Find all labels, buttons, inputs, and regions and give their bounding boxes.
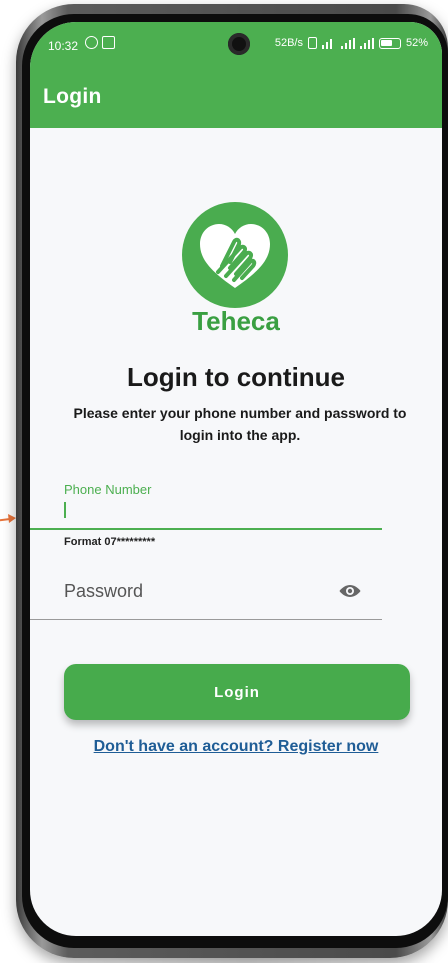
- app-bar: Login: [30, 70, 442, 128]
- wifi-icon: [321, 38, 336, 49]
- battery-icon: [378, 37, 401, 49]
- battery-level: 52%: [405, 37, 428, 49]
- page-subtext: Please enter your phone number and passw…: [73, 405, 407, 443]
- pointer-arrow-icon: [0, 514, 16, 523]
- status-icons-right: 52B/s 52%: [275, 37, 428, 49]
- status-bar: 10:32 52B/s 52%: [30, 22, 442, 70]
- register-link[interactable]: Don't have an account? Register now: [30, 738, 442, 756]
- whatsapp-icon: [85, 36, 98, 49]
- status-time: 10:32: [48, 39, 79, 53]
- page-heading: Login to continue: [126, 362, 346, 392]
- password-input[interactable]: [64, 578, 344, 604]
- vibrate-icon: [307, 37, 317, 49]
- phone-format-hint: Format 07*********: [64, 536, 156, 548]
- notification-icons: [85, 36, 115, 49]
- brand-name: Teheca: [192, 306, 280, 336]
- app-bar-title: Login: [43, 85, 102, 108]
- eye-icon[interactable]: [338, 579, 362, 603]
- image-icon: [102, 36, 115, 49]
- network-speed: 52B/s: [274, 37, 303, 49]
- password-field[interactable]: [30, 566, 382, 620]
- heart-hand-icon: [200, 224, 270, 288]
- phone-screen: 10:32 52B/s 52% Login Teheca Login to co…: [30, 22, 442, 936]
- signal-icon-2: [359, 37, 374, 49]
- signal-icon: [340, 37, 355, 49]
- front-camera: [228, 33, 250, 55]
- login-button[interactable]: Login: [64, 664, 410, 720]
- phone-number-field[interactable]: Phone Number: [30, 474, 382, 530]
- text-cursor: [64, 502, 66, 518]
- teheca-logo: [182, 202, 288, 308]
- phone-number-label: Phone Number: [64, 482, 152, 497]
